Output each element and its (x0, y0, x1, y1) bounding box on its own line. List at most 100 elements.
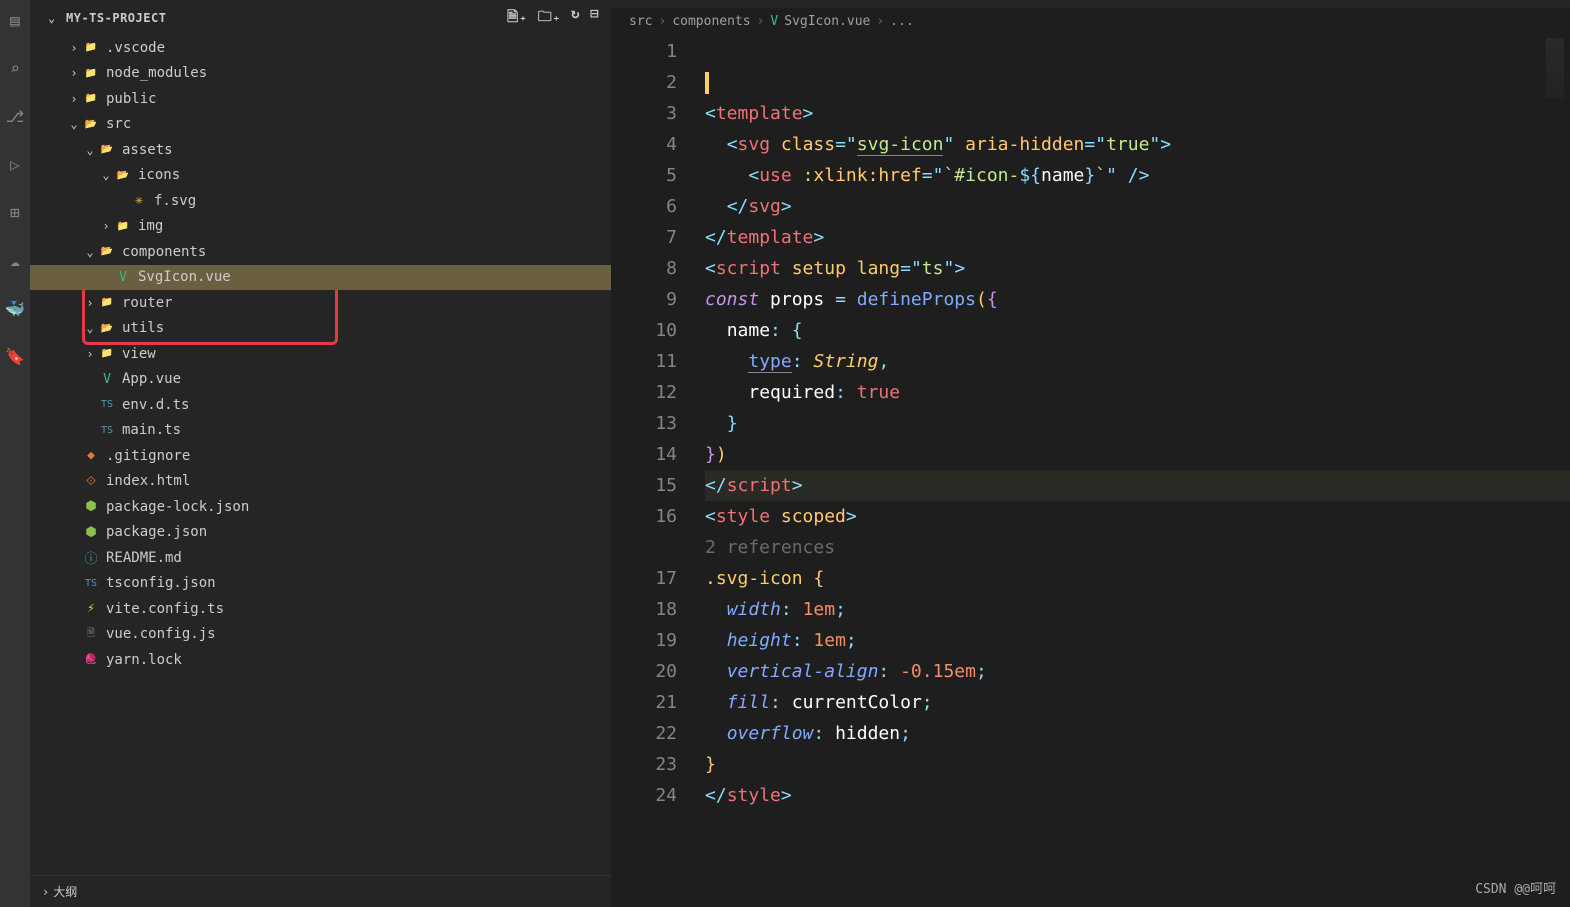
twisty-icon: › (82, 296, 98, 310)
tree-item[interactable]: ›📁node_modules (30, 61, 611, 87)
file-label: package.json (106, 524, 207, 540)
activity-bar: ▤ ⌕ ⎇ ▷ ⊞ ☁ 🐳 🔖 (0, 0, 30, 907)
file-icon: 📂 (98, 144, 116, 155)
file-icon: V (98, 372, 116, 387)
file-icon: ⬢ (82, 525, 100, 540)
chevron-down-icon: ⌄ (48, 11, 56, 25)
file-label: assets (122, 142, 173, 158)
outline-section[interactable]: › 大纲 (30, 875, 611, 907)
tree-item[interactable]: ›📁 view (30, 341, 611, 367)
twisty-icon: › (98, 219, 114, 233)
file-label: img (138, 218, 163, 234)
minimap[interactable] (1546, 38, 1564, 98)
collapse-icon[interactable]: ⊟ (590, 6, 599, 30)
code[interactable]: <template> <svg class="svg-icon" aria-hi… (705, 36, 1570, 907)
file-label: index.html (106, 473, 190, 489)
file-label: f.svg (154, 193, 196, 209)
tree-item[interactable]: ✳f.svg (30, 188, 611, 214)
file-icon: 🗎 (82, 626, 100, 643)
watermark: CSDN @@呵呵 (1475, 878, 1556, 897)
file-label: SvgIcon.vue (138, 269, 231, 285)
file-label: src (106, 116, 131, 132)
breadcrumbs[interactable]: src› components› V SvgIcon.vue› ... (611, 8, 1570, 36)
twisty-icon: › (66, 66, 82, 80)
file-icon: V (114, 270, 132, 285)
vue-icon: V (770, 14, 778, 29)
file-label: README.md (106, 550, 182, 566)
twisty-icon: › (66, 41, 82, 55)
file-label: package-lock.json (106, 499, 249, 515)
tree-item[interactable]: V SvgIcon.vue (30, 265, 611, 291)
file-icon: ⚡ (82, 601, 100, 616)
file-label: router (122, 295, 173, 311)
file-tree[interactable]: ›📁.vscode›📁node_modules›📁public⌄📂src⌄📂as… (30, 35, 611, 875)
twisty-icon: ⌄ (82, 143, 98, 157)
tree-item[interactable]: ⚡ vite.config.ts (30, 596, 611, 622)
file-label: App.vue (122, 371, 181, 387)
refresh-icon[interactable]: ↻ (571, 6, 580, 30)
explorer-header[interactable]: ⌄ MY-TS-PROJECT 🗎₊ 🗀₊ ↻ ⊟ (30, 0, 611, 35)
project-title: MY-TS-PROJECT (66, 11, 166, 25)
bc-src[interactable]: src (629, 14, 652, 29)
tree-item[interactable]: ›📁router (30, 290, 611, 316)
tree-item[interactable]: 🗎vue.config.js (30, 622, 611, 648)
file-label: env.d.ts (122, 397, 189, 413)
tree-item[interactable]: ⌄📂components (30, 239, 611, 265)
file-label: node_modules (106, 65, 207, 81)
tree-item[interactable]: ⌄📂utils (30, 316, 611, 342)
bc-components[interactable]: components (672, 14, 750, 29)
tree-item[interactable]: ⌄📂 assets (30, 137, 611, 163)
file-label: .gitignore (106, 448, 190, 464)
file-label: yarn.lock (106, 652, 182, 668)
bc-file[interactable]: SvgIcon.vue (784, 14, 870, 29)
tree-item[interactable]: ⟐index.html (30, 469, 611, 495)
twisty-icon: ⌄ (98, 168, 114, 182)
file-icon: 📂 (114, 170, 132, 181)
twisty-icon: › (66, 92, 82, 106)
twisty-icon: ⌄ (66, 117, 82, 131)
source-control-icon[interactable]: ⎇ (3, 104, 27, 128)
tree-item[interactable]: ›📁 img (30, 214, 611, 240)
search-icon[interactable]: ⌕ (3, 56, 27, 80)
tree-item[interactable]: TS env.d.ts (30, 392, 611, 418)
tree-item[interactable]: TSmain.ts (30, 418, 611, 444)
remote-icon[interactable]: ☁ (3, 248, 27, 272)
tree-item[interactable]: ⌄📂src (30, 112, 611, 138)
file-icon: 🧶 (82, 654, 100, 665)
tree-item[interactable]: ›📁public (30, 86, 611, 112)
tree-item[interactable]: ⌄📂 icons (30, 163, 611, 189)
file-icon: 📁 (82, 42, 100, 53)
bookmark-icon[interactable]: 🔖 (3, 344, 27, 368)
run-icon[interactable]: ▷ (3, 152, 27, 176)
file-icon: ⬢ (82, 499, 100, 514)
tree-item[interactable]: ›📁.vscode (30, 35, 611, 61)
file-label: utils (122, 320, 164, 336)
extensions-icon[interactable]: ⊞ (3, 200, 27, 224)
files-icon[interactable]: ▤ (3, 8, 27, 32)
new-file-icon[interactable]: 🗎₊ (507, 6, 528, 30)
twisty-icon: › (82, 347, 98, 361)
file-label: public (106, 91, 157, 107)
gutter: 123456789101112131415161718192021222324 (611, 36, 705, 907)
file-icon: 📂 (98, 246, 116, 257)
docker-icon[interactable]: 🐳 (3, 296, 27, 320)
tree-item[interactable]: 🧶 yarn.lock (30, 647, 611, 673)
file-icon: TS (82, 578, 100, 589)
code-area[interactable]: 123456789101112131415161718192021222324 … (611, 36, 1570, 907)
file-icon: TS (98, 399, 116, 410)
twisty-icon: ⌄ (82, 321, 98, 335)
file-label: view (122, 346, 156, 362)
file-icon: 📁 (98, 348, 116, 359)
tree-item[interactable]: ⓘREADME.md (30, 545, 611, 571)
new-folder-icon[interactable]: 🗀₊ (538, 6, 561, 30)
tree-item[interactable]: TStsconfig.json (30, 571, 611, 597)
file-label: icons (138, 167, 180, 183)
tree-item[interactable]: V App.vue (30, 367, 611, 393)
tree-item[interactable]: ⬢ package.json (30, 520, 611, 546)
tree-item[interactable]: ◆.gitignore (30, 443, 611, 469)
tabs-bar[interactable] (611, 0, 1570, 8)
tree-item[interactable]: ⬢ package-lock.json (30, 494, 611, 520)
file-label: vite.config.ts (106, 601, 224, 617)
file-icon: 📁 (114, 221, 132, 232)
bc-more[interactable]: ... (890, 14, 913, 29)
